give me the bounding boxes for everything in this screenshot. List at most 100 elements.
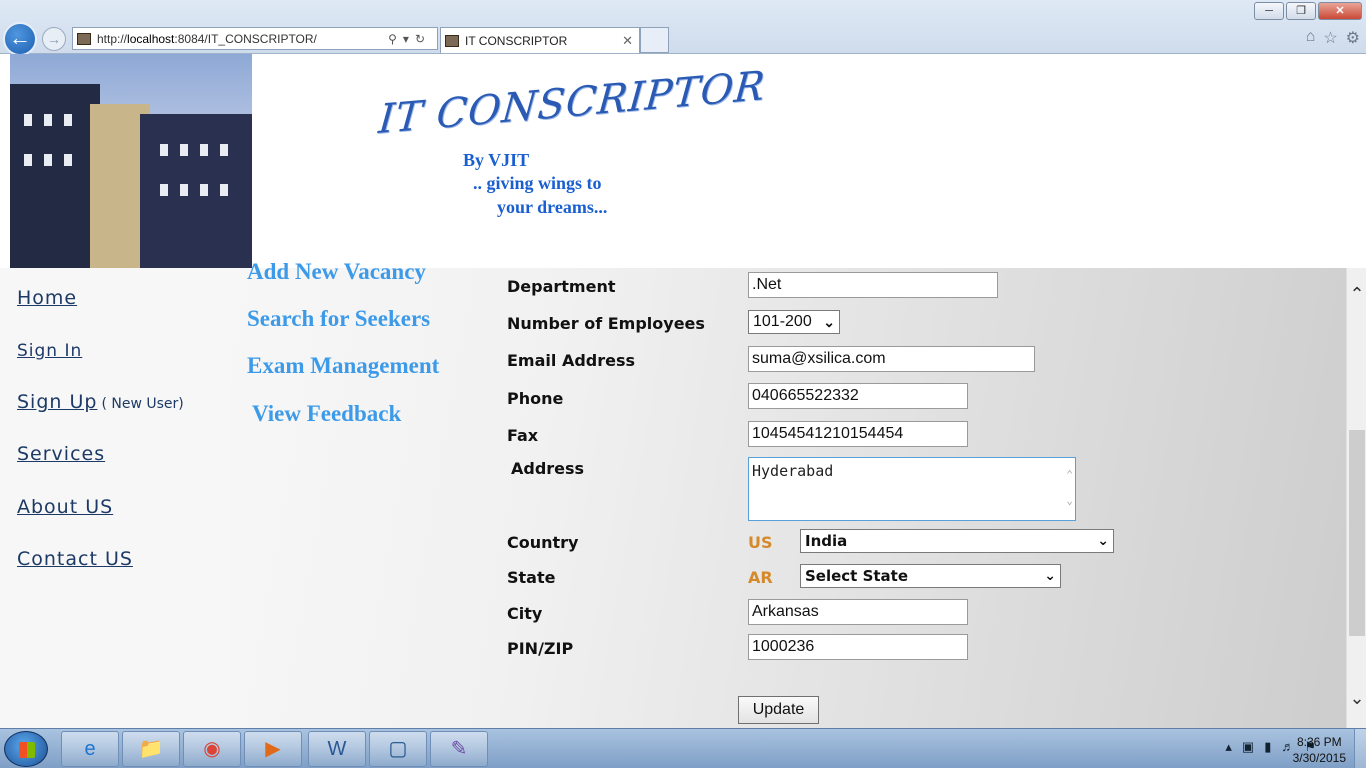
forward-button[interactable]: → <box>42 27 66 51</box>
signal-icon[interactable]: ▮ <box>1264 739 1271 755</box>
tab-it-conscriptor[interactable]: IT CONSCRIPTOR ✕ <box>440 27 640 53</box>
chrome-icon[interactable]: ◉ <box>183 731 241 767</box>
tab-title: IT CONSCRIPTOR <box>465 33 568 48</box>
textarea-scrollbar[interactable]: ⌃ ⌄ <box>1066 462 1073 514</box>
window-shape <box>44 154 52 166</box>
close-tab-icon[interactable]: ✕ <box>622 33 633 49</box>
phone-label: Phone <box>507 389 564 408</box>
chevron-down-icon: ⌄ <box>823 313 835 330</box>
window-shape <box>180 184 188 196</box>
nav-sign-in[interactable]: Sign In <box>17 341 82 361</box>
employees-select[interactable]: 101-200 ⌄ <box>748 310 840 334</box>
window-shape <box>64 154 72 166</box>
url-path: :8084/IT_CONSCRIPTOR/ <box>174 31 317 46</box>
update-button[interactable]: Update <box>738 696 819 724</box>
arrow-right-icon: → <box>47 31 61 47</box>
start-button[interactable] <box>4 731 48 767</box>
nav-sign-up[interactable]: Sign Up <box>17 391 97 413</box>
media-player-icon[interactable]: ▶ <box>244 731 302 767</box>
minimize-button[interactable]: ─ <box>1254 2 1284 20</box>
fax-label: Fax <box>507 426 539 445</box>
url-text: http://localhost:8084/IT_CONSCRIPTOR/ <box>97 32 388 46</box>
url-prefix: http:// <box>97 31 128 46</box>
address-tools: ⚲▾↻ <box>388 32 431 46</box>
chevron-up-icon: ⌃ <box>1066 468 1073 481</box>
ie-icon[interactable]: e <box>61 731 119 767</box>
clock-time: 8:36 PM <box>1296 735 1342 749</box>
address-bar[interactable]: http://localhost:8084/IT_CONSCRIPTOR/ ⚲▾… <box>72 27 438 50</box>
by-line: By VJIT <box>463 150 530 170</box>
url-host: localhost <box>127 31 175 46</box>
paint-icon[interactable]: ✎ <box>430 731 488 767</box>
windows-logo-icon <box>19 742 35 758</box>
network-adapter-icon[interactable]: ▣ <box>1242 739 1254 755</box>
scroll-up-icon[interactable]: ⌃ <box>1347 284 1366 305</box>
phone-input[interactable]: 040665522332 <box>748 383 968 409</box>
star-icon[interactable]: ☆ <box>1323 28 1337 48</box>
word-icon[interactable]: W <box>308 731 366 767</box>
left-nav: Home Sign In Sign Up( New User) Services… <box>0 268 230 728</box>
chevron-down-icon: ⌄ <box>1097 533 1109 549</box>
window-shape <box>220 184 228 196</box>
content-area: Home Sign In Sign Up( New User) Services… <box>0 259 1346 728</box>
window-shape <box>24 114 32 126</box>
department-label: Department <box>507 277 616 296</box>
window-shape <box>160 184 168 196</box>
new-tab-button[interactable] <box>640 27 669 53</box>
new-user-note: ( New User) <box>101 396 184 412</box>
menu-view-feedback[interactable]: View Feedback <box>252 401 401 427</box>
state-select[interactable]: Select State ⌄ <box>800 564 1061 588</box>
clock[interactable]: 8:36 PM 3/30/2015 <box>1293 734 1346 766</box>
nav-home[interactable]: Home <box>17 287 77 309</box>
nav-services[interactable]: Services <box>17 443 105 465</box>
explorer-icon[interactable]: 📁 <box>122 731 180 767</box>
nav-about[interactable]: About US <box>17 496 113 518</box>
building-right <box>140 114 252 268</box>
tab-favicon-icon <box>445 34 459 47</box>
window-shape <box>220 144 228 156</box>
refresh-icon[interactable]: ↻ <box>415 32 431 46</box>
show-hidden-icons-icon[interactable]: ▴ <box>1225 739 1232 755</box>
country-label: Country <box>507 533 579 552</box>
chevron-down-icon: ⌄ <box>1044 568 1056 584</box>
search-icon[interactable]: ⚲ <box>388 32 403 46</box>
state-label: State <box>507 568 556 587</box>
menu-add-vacancy[interactable]: Add New Vacancy <box>247 259 426 285</box>
window-shape <box>24 154 32 166</box>
gear-icon[interactable]: ⚙ <box>1346 28 1360 48</box>
tagline-1: .. giving wings to <box>473 173 602 193</box>
menu-search-seekers[interactable]: Search for Seekers <box>247 306 430 332</box>
state-code: AR <box>748 568 773 587</box>
address-textarea[interactable]: Hyderabad ⌃ ⌄ <box>748 457 1076 521</box>
window-shape <box>200 184 208 196</box>
virtualbox-icon[interactable]: ▢ <box>369 731 427 767</box>
dropdown-icon[interactable]: ▾ <box>403 32 415 46</box>
page-scrollbar[interactable]: ⌃ ⌄ <box>1346 268 1366 728</box>
scroll-down-icon[interactable]: ⌄ <box>1347 688 1366 709</box>
back-button[interactable]: ← <box>3 22 37 56</box>
email-label: Email Address <box>507 351 636 370</box>
nav-contact[interactable]: Contact US <box>17 548 133 570</box>
window-shape <box>180 144 188 156</box>
close-button[interactable]: ✕ <box>1318 2 1362 20</box>
scrollbar-thumb[interactable] <box>1349 430 1365 636</box>
department-input[interactable]: .Net <box>748 272 998 298</box>
country-select[interactable]: India ⌄ <box>800 529 1114 553</box>
campus-image <box>10 54 252 268</box>
tagline-2: your dreams... <box>497 197 608 217</box>
building-left <box>10 84 100 268</box>
clock-date: 3/30/2015 <box>1292 751 1346 765</box>
pin-label: PIN/ZIP <box>507 639 574 658</box>
nav-sign-up-row: Sign Up( New User) <box>17 391 184 413</box>
menu-exam-management[interactable]: Exam Management <box>247 353 439 379</box>
city-input[interactable]: Arkansas <box>748 599 968 625</box>
pin-input[interactable]: 1000236 <box>748 634 968 660</box>
restore-button[interactable]: ❐ <box>1286 2 1316 20</box>
show-desktop-button[interactable] <box>1354 729 1366 768</box>
city-label: City <box>507 604 543 623</box>
home-icon[interactable]: ⌂ <box>1306 28 1316 48</box>
fax-input[interactable]: 10454541210154454 <box>748 421 968 447</box>
address-value: Hyderabad <box>752 462 834 480</box>
email-input[interactable]: suma@xsilica.com <box>748 346 1035 372</box>
country-code: US <box>748 533 773 552</box>
